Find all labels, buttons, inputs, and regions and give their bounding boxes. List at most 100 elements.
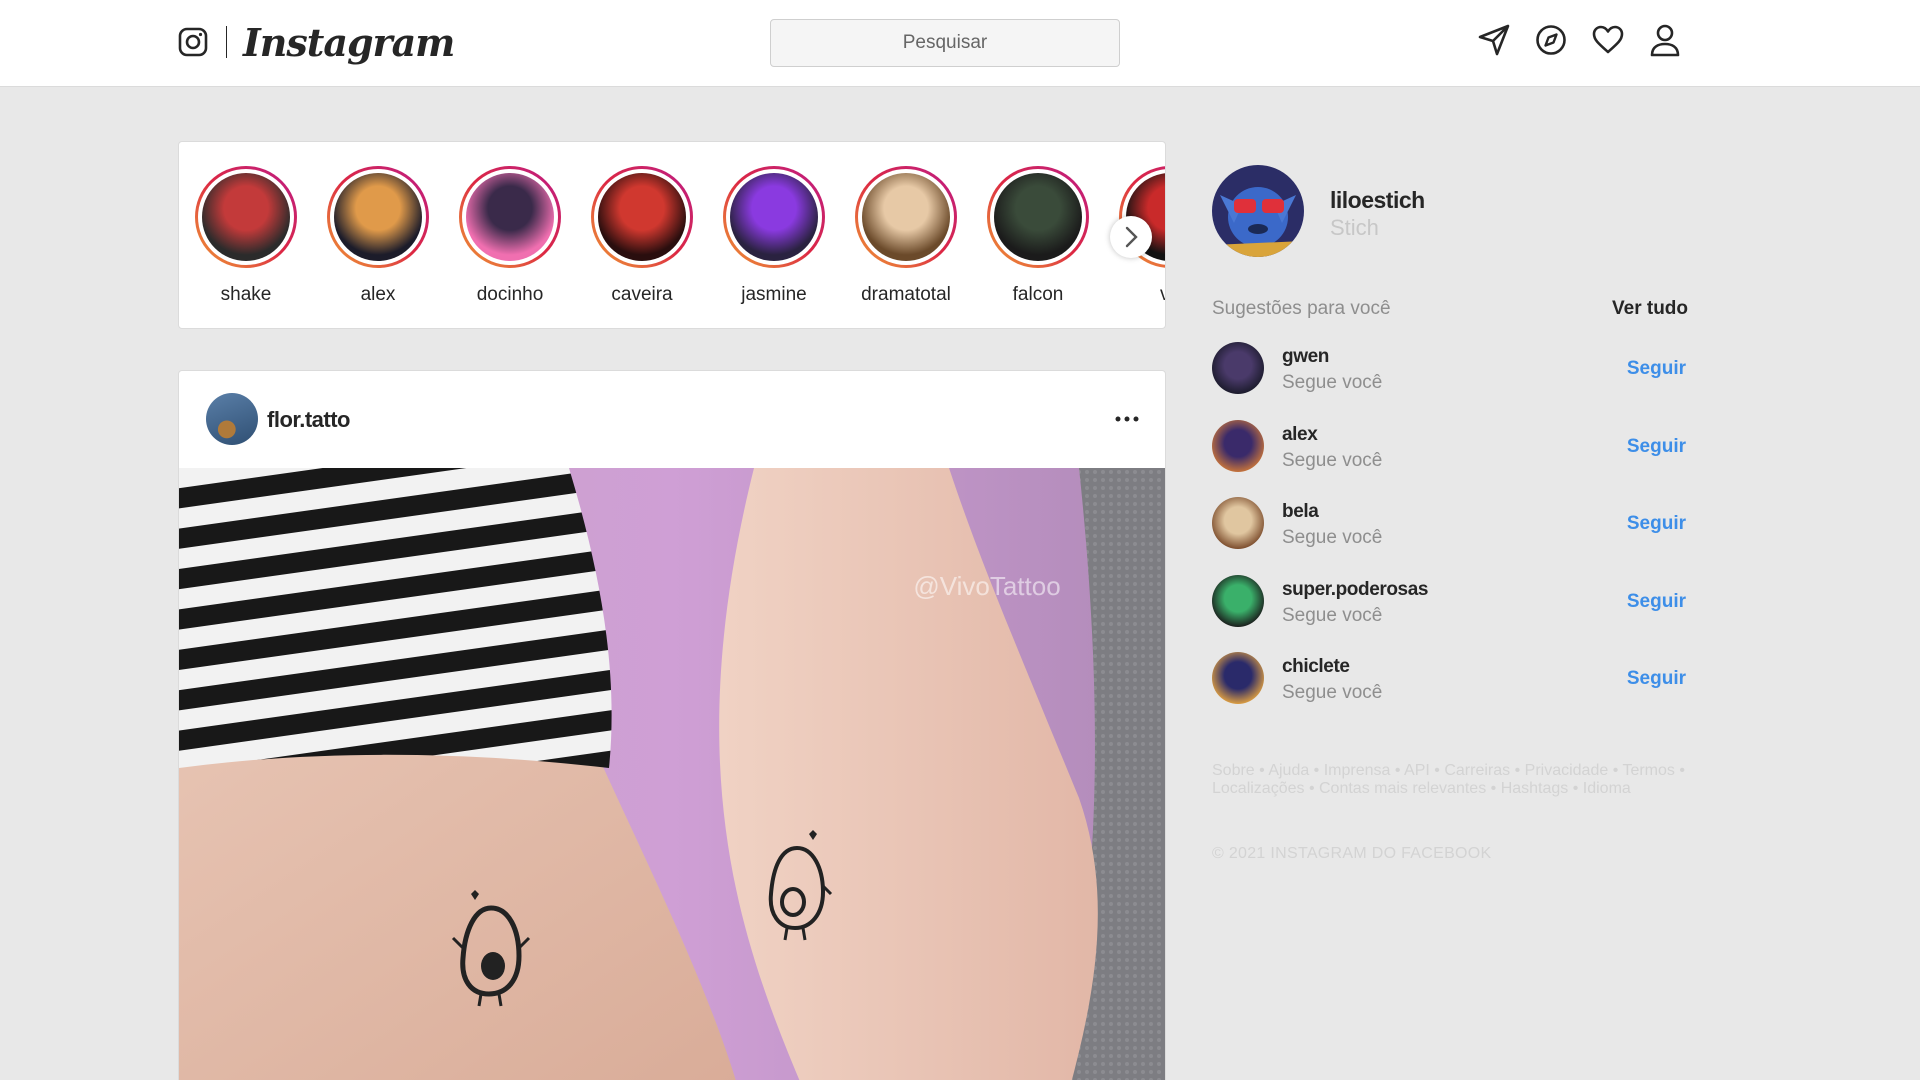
suggestion-username[interactable]: alex [1282, 424, 1318, 446]
story-ring-inner [990, 169, 1086, 265]
footer-link[interactable]: Ajuda [1268, 762, 1309, 779]
follow-button[interactable]: Seguir [1627, 436, 1686, 458]
story-username: va [1160, 284, 1165, 306]
camera-outline-icon[interactable] [178, 27, 208, 57]
suggestion-subtitle: Segue você [1282, 682, 1383, 703]
suggestion-username[interactable]: chiclete [1282, 656, 1350, 678]
story-username: jasmine [741, 284, 807, 305]
heart-icon[interactable] [1590, 20, 1626, 60]
suggestion-row: chiclete Segue você Seguir [1212, 652, 1686, 730]
story-username: caveira [611, 284, 673, 305]
stories-tray: shake alex docinho caveira jasmine dramatotal… [178, 141, 1166, 329]
footer-link[interactable]: Sobre [1212, 762, 1255, 779]
footer-link[interactable]: Privacidade [1525, 762, 1609, 779]
footer-link[interactable]: Idioma [1583, 780, 1631, 797]
story-ring-inner [858, 169, 954, 265]
logo-divider [226, 26, 227, 58]
footer-link[interactable]: Contas mais relevantes [1319, 780, 1486, 797]
story-ring-inner [462, 169, 558, 265]
suggestion-subtitle: Segue você [1282, 604, 1383, 626]
suggestion-row: super.poderosas Segue você Seguir [1212, 574, 1686, 653]
footer-separator: • [1390, 762, 1405, 779]
footer-link[interactable]: Localizações [1212, 780, 1305, 797]
story-ring [987, 166, 1089, 268]
suggestion-avatar[interactable] [1212, 574, 1264, 627]
story-item[interactable]: docinho [459, 166, 561, 306]
footer-separator: • [1254, 762, 1269, 779]
suggestion-avatar[interactable] [1212, 497, 1264, 549]
footer-separator: • [1568, 780, 1583, 797]
user-icon[interactable] [1647, 20, 1683, 60]
story-avatar [202, 173, 290, 261]
stories-next-button[interactable] [1110, 216, 1152, 258]
instagram-wordmark[interactable]: Instagram [243, 20, 455, 65]
story-item[interactable]: jasmine [723, 166, 825, 306]
footer-link[interactable]: Termos [1622, 762, 1674, 779]
footer-separator: • [1429, 762, 1445, 779]
suggestion-avatar[interactable] [1212, 342, 1264, 394]
suggestions-title: Sugestões para você [1212, 298, 1391, 319]
suggestion-avatar[interactable] [1212, 419, 1264, 472]
footer-link[interactable]: Hashtags [1501, 780, 1569, 797]
suggestions-list: gwen Segue você Seguir alex Segue você Seguir… [1212, 342, 1686, 730]
suggestion-subtitle: Segue você [1282, 372, 1383, 393]
story-item[interactable]: alex [327, 166, 429, 306]
post-header: flor.tatto [179, 371, 1165, 468]
footer-separator: • [1304, 780, 1319, 797]
story-item[interactable]: shake [195, 166, 297, 306]
suggestion-username[interactable]: super.poderosas [1282, 579, 1428, 601]
footer-separator: • [1486, 780, 1501, 797]
suggestion-row: gwen Segue você Seguir [1212, 342, 1686, 420]
story-item[interactable]: caveira [591, 166, 693, 306]
suggestion-avatar[interactable] [1212, 652, 1264, 704]
logo-group[interactable]: Instagram [178, 14, 455, 70]
story-username: falcon [1012, 284, 1064, 305]
suggestion-username[interactable]: gwen [1282, 346, 1329, 368]
story-avatar [466, 173, 554, 261]
current-user-avatar[interactable] [1212, 165, 1304, 257]
story-avatar [334, 173, 422, 261]
story-item[interactable]: dramatotal [855, 166, 957, 306]
story-ring-inner [330, 169, 426, 265]
story-ring [195, 166, 297, 268]
story-avatar [730, 173, 818, 261]
footer-links: Sobre • Ajuda • Imprensa • API • Carreir… [1212, 762, 1692, 798]
post-avatar[interactable] [206, 393, 258, 445]
footer-link[interactable]: Carreiras [1444, 762, 1510, 779]
footer-separator: • [1608, 762, 1623, 779]
story-ring-inner [594, 169, 690, 265]
compass-icon[interactable] [1533, 20, 1569, 60]
paper-plane-icon[interactable] [1476, 20, 1512, 60]
story-ring [459, 166, 561, 268]
story-ring-inner [198, 169, 294, 265]
footer-separator: • [1510, 762, 1525, 779]
footer-link[interactable]: Imprensa [1324, 762, 1391, 779]
stories-track: shake alex docinho caveira jasmine dramatotal… [195, 166, 1165, 306]
story-username: shake [220, 284, 272, 305]
copyright-text: © 2021 INSTAGRAM DO FACEBOOK [1212, 845, 1492, 862]
post-username[interactable]: flor.tatto [267, 407, 351, 433]
search-input[interactable]: Pesquisar [770, 19, 1120, 67]
feed-post: flor.tatto @VivoTattoo [178, 370, 1166, 1080]
story-ring-inner [726, 169, 822, 265]
see-all-link[interactable]: Ver tudo [1612, 298, 1688, 320]
more-options-icon[interactable] [1109, 401, 1145, 437]
follow-button[interactable]: Seguir [1627, 358, 1686, 380]
story-username: dramatotal [861, 284, 951, 305]
story-avatar [994, 173, 1082, 261]
footer-link[interactable]: API [1404, 762, 1430, 779]
suggestion-row: bela Segue você Seguir [1212, 497, 1686, 575]
story-ring [327, 166, 429, 268]
suggestion-row: alex Segue você Seguir [1212, 419, 1686, 498]
story-username: docinho [476, 284, 544, 305]
story-item[interactable]: falcon [987, 166, 1089, 306]
suggestion-username[interactable]: bela [1282, 501, 1319, 523]
follow-button[interactable]: Seguir [1627, 513, 1686, 535]
story-avatar [862, 173, 950, 261]
follow-button[interactable]: Seguir [1627, 668, 1686, 690]
nav-icons [1476, 20, 1683, 60]
follow-button[interactable]: Seguir [1627, 591, 1686, 613]
post-image[interactable]: @VivoTattoo [179, 468, 1166, 1080]
story-username: alex [360, 284, 396, 305]
current-user-username[interactable]: liloestich [1330, 187, 1425, 214]
